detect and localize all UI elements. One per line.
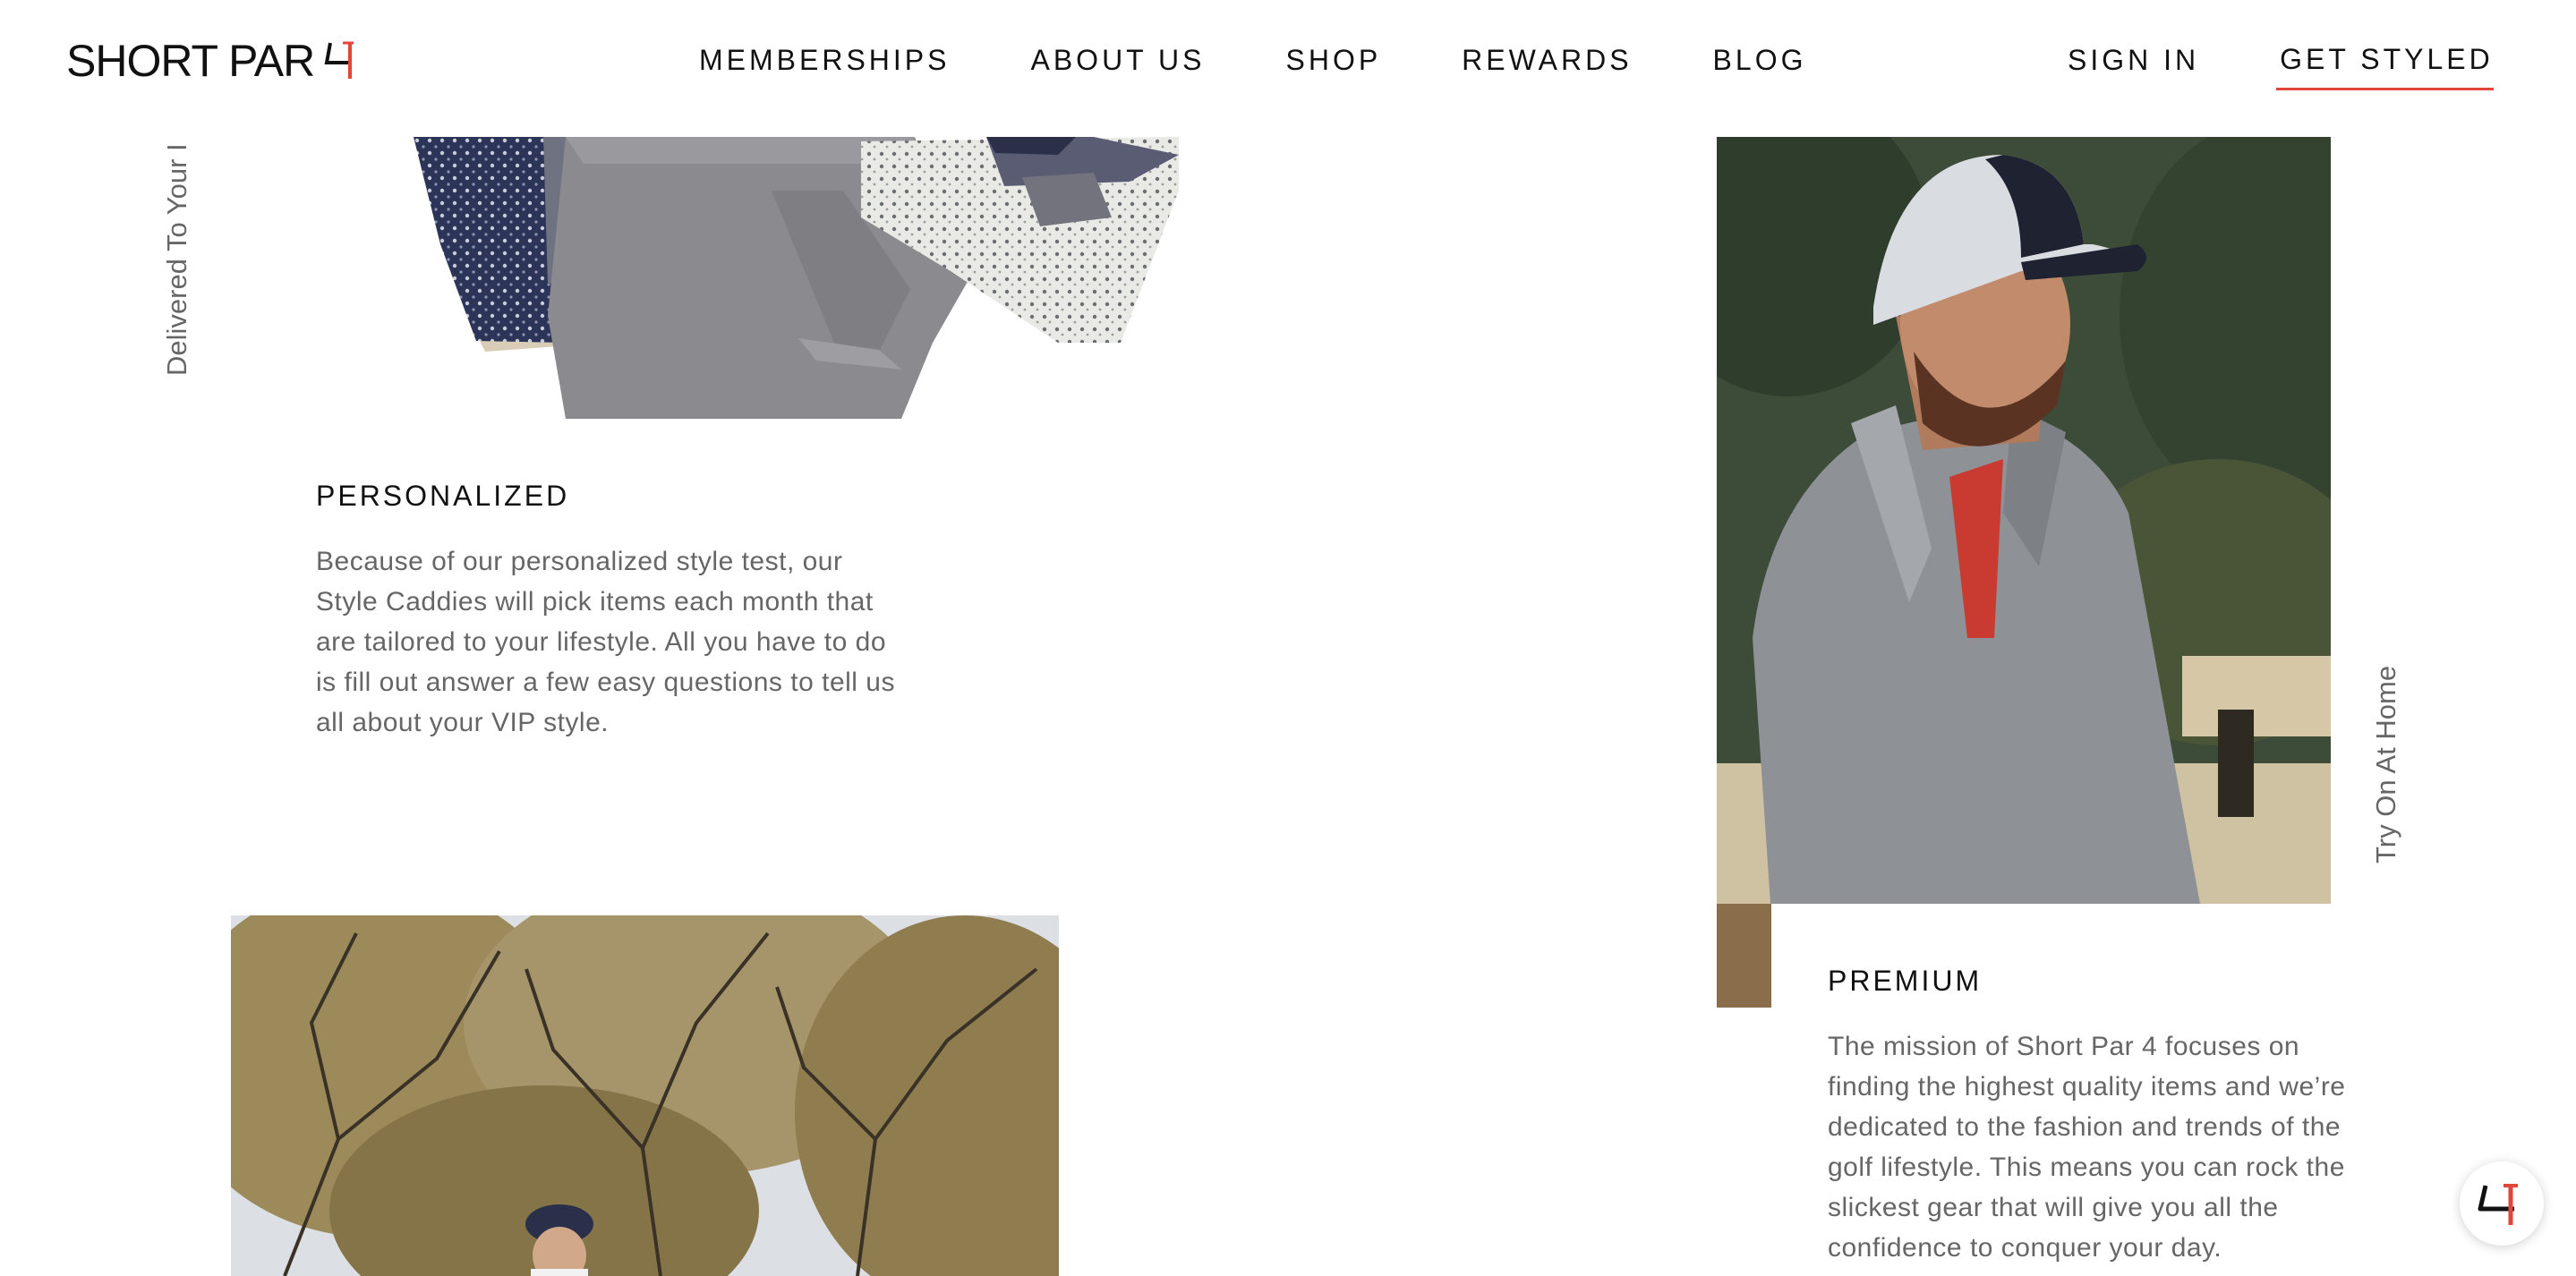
nav-shop[interactable]: SHOP <box>1285 44 1381 77</box>
premium-title: PREMIUM <box>1828 965 1983 997</box>
golfer-portrait-image <box>1717 137 2331 904</box>
nav-blog[interactable]: BLOG <box>1713 44 1807 77</box>
side-label-try-on: Try On At Home <box>2370 665 2401 863</box>
side-label-left-container: Delivered To Your I <box>152 137 197 387</box>
golfer-image-strip <box>1717 904 1771 1008</box>
personalized-body: Because of our personalized style test, … <box>316 547 895 737</box>
chat-launcher-icon <box>2478 1184 2518 1225</box>
site-header: SHORT PAR MEMBERSHIPS ABOUT US SHOP REWA… <box>0 0 2576 137</box>
nav-rewards[interactable]: REWARDS <box>1462 44 1632 77</box>
active-underline <box>2276 88 2494 90</box>
main-nav: MEMBERSHIPS ABOUT US SHOP REWARDS BLOG <box>699 0 1887 121</box>
chat-launcher-button[interactable] <box>2460 1161 2544 1246</box>
nav-memberships[interactable]: MEMBERSHIPS <box>699 44 950 77</box>
account-nav: SIGN IN GET STYLED <box>2068 0 2494 121</box>
golfer-trees-image <box>231 915 1059 1276</box>
get-styled-link[interactable]: GET STYLED <box>2276 43 2494 90</box>
side-label-delivered: Delivered To Your I <box>161 143 192 376</box>
par-4-logo-mark-icon <box>324 41 354 79</box>
get-styled-label: GET STYLED <box>2280 43 2494 75</box>
folded-shirts-image <box>414 137 1179 419</box>
personalized-title: PERSONALIZED <box>316 480 570 512</box>
nav-about-us[interactable]: ABOUT US <box>1030 44 1205 77</box>
sign-in-link[interactable]: SIGN IN <box>2068 44 2199 77</box>
premium-body: The mission of Short Par 4 focuses on fi… <box>1828 1032 2346 1263</box>
logo-wordmark: SHORT PAR <box>66 36 315 86</box>
site-logo[interactable]: SHORT PAR <box>66 34 359 88</box>
